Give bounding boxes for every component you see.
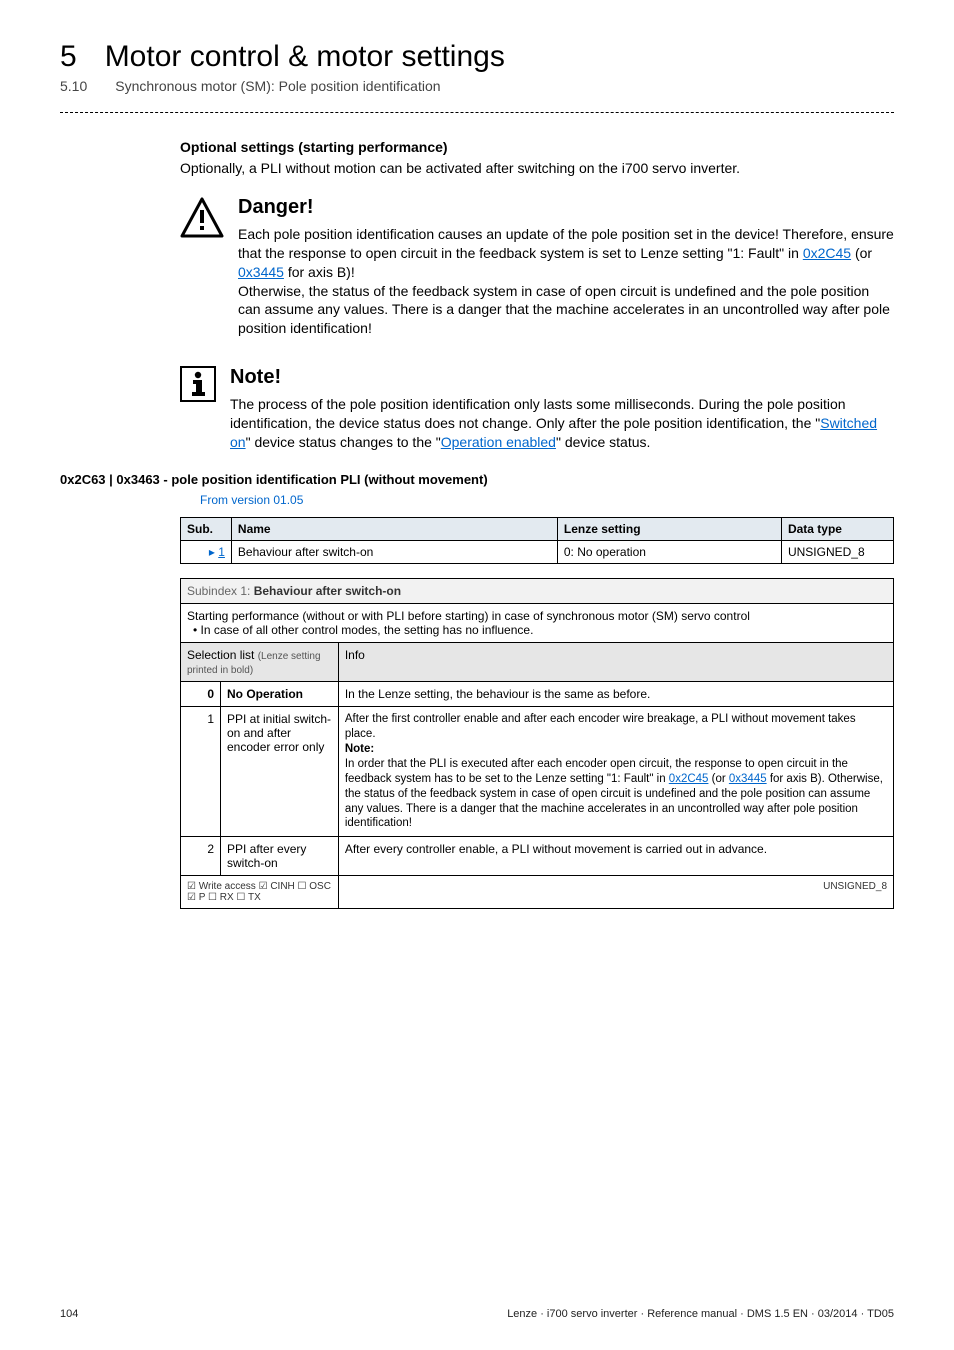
cell-lenze: 0: No operation — [557, 540, 781, 563]
th-datatype: Data type — [781, 517, 893, 540]
link-sub1[interactable]: 1 — [218, 545, 225, 559]
note-title: Note! — [230, 366, 894, 389]
danger-mid1: (or — [851, 245, 872, 261]
version-note: From version 01.05 — [200, 493, 894, 507]
opt1-mid1: (or — [708, 773, 728, 785]
divider — [60, 112, 894, 113]
optional-heading: Optional settings (starting performance) — [180, 139, 894, 155]
page-footer: 104 Lenze · i700 servo inverter · Refere… — [60, 1308, 894, 1320]
opt1-info: After the first controller enable and af… — [338, 706, 893, 837]
danger-callout: Danger! Each pole position identificatio… — [180, 196, 894, 338]
opt0-num: 0 — [181, 681, 221, 706]
opt0-info: In the Lenze setting, the behaviour is t… — [338, 681, 893, 706]
object-heading: 0x2C63 | 0x3463 - pole position identifi… — [60, 472, 894, 487]
table-row: ▸ 1 Behaviour after switch-on 0: No oper… — [181, 540, 894, 563]
arrow-icon: ▸ — [209, 545, 215, 559]
chapter-title: Motor control & motor settings — [105, 40, 505, 74]
link-0x3445[interactable]: 0x3445 — [238, 264, 284, 280]
summary-table: Sub. Name Lenze setting Data type ▸ 1 Be… — [180, 517, 894, 564]
note-mid1: " device status changes to the " — [246, 434, 441, 450]
subindex-lead: Subindex 1: — [187, 584, 254, 598]
opt2-num: 2 — [181, 837, 221, 876]
opt2-info: After every controller enable, a PLI wit… — [338, 837, 893, 876]
info-label: Info — [338, 642, 893, 681]
opt0-name: No Operation — [221, 681, 339, 706]
th-sub: Sub. — [181, 517, 232, 540]
desc-row: Starting performance (without or with PL… — [181, 603, 894, 642]
warning-icon — [180, 196, 224, 240]
note-text: The process of the pole position identif… — [230, 395, 894, 452]
link-operation-enabled[interactable]: Operation enabled — [441, 434, 556, 450]
note-p1a: The process of the pole position identif… — [230, 396, 846, 431]
optional-paragraph: Optionally, a PLI without motion can be … — [180, 159, 894, 178]
table-row: 2 PPI after every switch-on After every … — [181, 837, 894, 876]
section-number: 5.10 — [60, 78, 87, 94]
th-lenze: Lenze setting — [557, 517, 781, 540]
write-dt: UNSIGNED_8 — [338, 876, 893, 909]
danger-p1b: for axis B)! — [284, 264, 355, 280]
opt1-note: Note: — [345, 742, 887, 757]
table-row: 1 PPI at initial switch-on and after enc… — [181, 706, 894, 837]
danger-text-1: Each pole position identification causes… — [238, 225, 894, 282]
opt1-name: PPI at initial switch-on and after encod… — [221, 706, 339, 837]
info-icon — [180, 366, 216, 402]
detail-table: Subindex 1: Behaviour after switch-on St… — [180, 578, 894, 910]
chapter-number: 5 — [60, 40, 77, 74]
note-callout: Note! The process of the pole position i… — [180, 366, 894, 452]
page-number: 104 — [60, 1308, 78, 1320]
link-0x2c45-b[interactable]: 0x2C45 — [669, 773, 709, 785]
th-name: Name — [231, 517, 557, 540]
cell-name: Behaviour after switch-on — [231, 540, 557, 563]
footer-meta: Lenze · i700 servo inverter · Reference … — [507, 1308, 894, 1320]
danger-title: Danger! — [238, 196, 894, 219]
write-access-flags: ☑ Write access ☑ CINH ☐ OSC ☑ P ☐ RX ☐ T… — [187, 881, 331, 903]
opt2-name: PPI after every switch-on — [221, 837, 339, 876]
selection-head-row: Selection list (Lenze setting printed in… — [181, 642, 894, 681]
section-title: Synchronous motor (SM): Pole position id… — [115, 78, 440, 94]
note-p1b: " device status. — [556, 434, 650, 450]
danger-p1a: Each pole position identification causes… — [238, 226, 894, 261]
subindex-head-row: Subindex 1: Behaviour after switch-on — [181, 578, 894, 603]
sel-label: Selection list — [187, 648, 258, 662]
link-0x2c45[interactable]: 0x2C45 — [803, 245, 851, 261]
cell-dt: UNSIGNED_8 — [781, 540, 893, 563]
subindex-bold: Behaviour after switch-on — [254, 584, 401, 598]
desc-bullet: • In case of all other control modes, th… — [193, 623, 887, 637]
write-access-row: ☑ Write access ☑ CINH ☐ OSC ☑ P ☐ RX ☐ T… — [181, 876, 894, 909]
opt1-num: 1 — [181, 706, 221, 837]
opt1-info1: After the first controller enable and af… — [345, 712, 887, 742]
desc-text: Starting performance (without or with PL… — [187, 609, 887, 623]
link-0x3445-b[interactable]: 0x3445 — [729, 773, 767, 785]
opt1-info2: In order that the PLI is executed after … — [345, 757, 887, 832]
danger-text-2: Otherwise, the status of the feedback sy… — [238, 282, 894, 339]
table-row: 0 No Operation In the Lenze setting, the… — [181, 681, 894, 706]
